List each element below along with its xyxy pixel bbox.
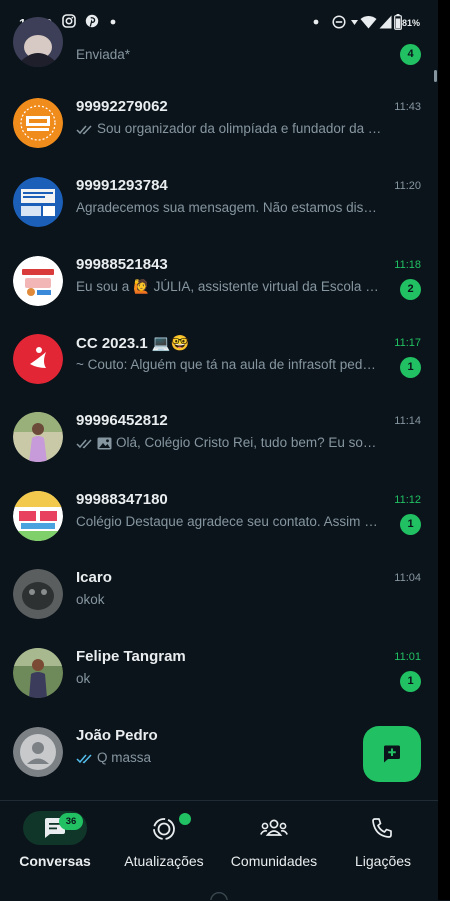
avatar <box>13 727 63 777</box>
tab-label: Comunidades <box>230 853 318 869</box>
avatar <box>13 491 63 541</box>
chat-preview: Sou organizador da olimpíada e fundador … <box>97 121 382 136</box>
chat-name: 99991293784 <box>76 177 168 194</box>
tab-atualizacoes[interactable]: Atualizações <box>109 801 219 881</box>
chat-preview-line: Sou organizador da olimpíada e fundador … <box>76 121 382 136</box>
avatar <box>13 177 63 227</box>
chat-preview: Colégio Destaque agradece seu contato. A… <box>76 514 382 529</box>
chat-name: CC 2023.1 💻🤓 <box>76 335 190 352</box>
system-navigation-hint <box>210 892 228 900</box>
chat-row[interactable]: CC 2023.1 💻🤓 11:17 ~ Couto: Alguém que t… <box>0 334 438 412</box>
chat-name: 99996452812 <box>76 412 168 429</box>
tab-label: Ligações <box>354 853 412 869</box>
scrollbar-thumb[interactable] <box>434 70 437 82</box>
chat-preview: Olá, Colégio Cristo Rei, tudo bem? Eu so… <box>116 435 382 450</box>
unread-badge: 1 <box>400 357 421 378</box>
chat-preview: Eu sou a 🙋 JÚLIA, assistente virtual da … <box>76 279 382 294</box>
screen-edge <box>438 0 450 900</box>
chat-name: 99992279062 <box>76 98 168 115</box>
chat-preview-line: Olá, Colégio Cristo Rei, tudo bem? Eu so… <box>76 435 382 450</box>
chat-row[interactable]: 99988347180 11:12 Colégio Destaque agrad… <box>0 491 438 569</box>
chat-preview: Enviada* <box>76 47 131 62</box>
chat-name: 99988347180 <box>76 491 168 508</box>
chat-time: 11:12 <box>394 494 421 506</box>
new-chat-button[interactable] <box>363 726 421 782</box>
phone-icon <box>372 818 392 838</box>
chat-time: 11:17 <box>394 337 421 349</box>
updates-icon <box>153 818 175 840</box>
chat-time: 11:20 <box>394 180 421 192</box>
avatar <box>13 98 63 148</box>
double-check-icon <box>76 439 92 449</box>
chat-time: 11:04 <box>394 572 421 584</box>
avatar <box>13 569 63 619</box>
chat-time: 11:01 <box>394 651 421 663</box>
chat-row[interactable]: 99988521843 11:18 Eu sou a 🙋 JÚLIA, assi… <box>0 256 438 334</box>
bottom-navigation: 36 Conversas Atualizações Comunidades Li… <box>0 800 438 901</box>
chat-name: Icaro <box>76 569 112 586</box>
chat-preview-line: Q massa <box>76 750 382 765</box>
chat-time: 11:18 <box>394 259 421 271</box>
chat-preview: ~ Couto: Alguém que tá na aula de infras… <box>76 357 382 372</box>
communities-icon <box>260 819 288 836</box>
chat-time: 11:14 <box>394 415 421 427</box>
tab-comunidades[interactable]: Comunidades <box>219 801 329 881</box>
unread-badge: 1 <box>400 514 421 535</box>
avatar <box>13 412 63 462</box>
photo-icon <box>97 437 112 450</box>
double-check-icon <box>76 125 92 135</box>
chat-row[interactable]: 99992279062 11:43 Sou organizador da oli… <box>0 98 438 176</box>
chat-name: 99988521843 <box>76 256 168 273</box>
chat-row[interactable]: Icaro 11:04 okok <box>0 569 438 647</box>
whatsapp-screen: 19:50 81% <box>0 0 438 901</box>
chat-time: 11:43 <box>394 101 421 113</box>
chat-preview: okok <box>76 592 105 607</box>
avatar <box>13 256 63 306</box>
tab-label: Atualizações <box>124 853 204 869</box>
double-check-read-icon <box>76 754 92 764</box>
unread-badge: 1 <box>400 671 421 692</box>
tab-label: Conversas <box>19 853 91 869</box>
chat-row[interactable]: Enviada* 4 <box>0 17 438 100</box>
chat-row[interactable]: 99996452812 11:14 Olá, Colégio Cristo Re… <box>0 412 438 490</box>
unread-count-badge: 36 <box>59 813 83 830</box>
new-chat-icon <box>384 745 400 763</box>
avatar <box>13 17 63 67</box>
avatar <box>13 648 63 698</box>
chat-preview: Agradecemos sua mensagem. Não estamos di… <box>76 200 382 215</box>
tab-conversas[interactable]: 36 Conversas <box>0 801 110 881</box>
chat-name: João Pedro <box>76 727 158 744</box>
chat-preview: ok <box>76 671 91 686</box>
unread-badge: 4 <box>400 44 421 65</box>
chat-preview: Q massa <box>97 750 152 765</box>
tab-ligacoes[interactable]: Ligações <box>328 801 438 881</box>
chat-row[interactable]: 99991293784 11:20 Agradecemos sua mensag… <box>0 177 438 255</box>
chat-row[interactable]: Felipe Tangram 11:01 ok 1 <box>0 648 438 726</box>
avatar <box>13 334 63 384</box>
new-updates-dot <box>179 813 191 825</box>
chat-name: Felipe Tangram <box>76 648 186 665</box>
unread-badge: 2 <box>400 279 421 300</box>
